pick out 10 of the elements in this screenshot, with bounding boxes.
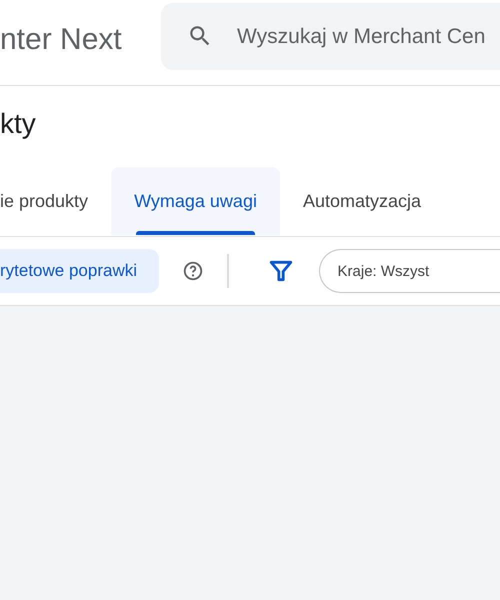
filter-icon[interactable]: [268, 258, 294, 284]
search-field[interactable]: Wyszukaj w Merchant Cen: [161, 3, 500, 70]
priority-fixes-chip[interactable]: rytetowe poprawki: [0, 249, 160, 293]
tab[interactable]: Wymaga uwagi: [111, 167, 280, 235]
tab[interactable]: ie produkty: [0, 167, 112, 235]
page-title: kty: [0, 108, 37, 141]
help-icon[interactable]: [182, 260, 204, 282]
tab[interactable]: Automatyzacja: [280, 167, 444, 235]
countries-filter-chip[interactable]: Kraje: Wszyst: [318, 249, 500, 293]
app-title: nter Next: [0, 22, 123, 56]
